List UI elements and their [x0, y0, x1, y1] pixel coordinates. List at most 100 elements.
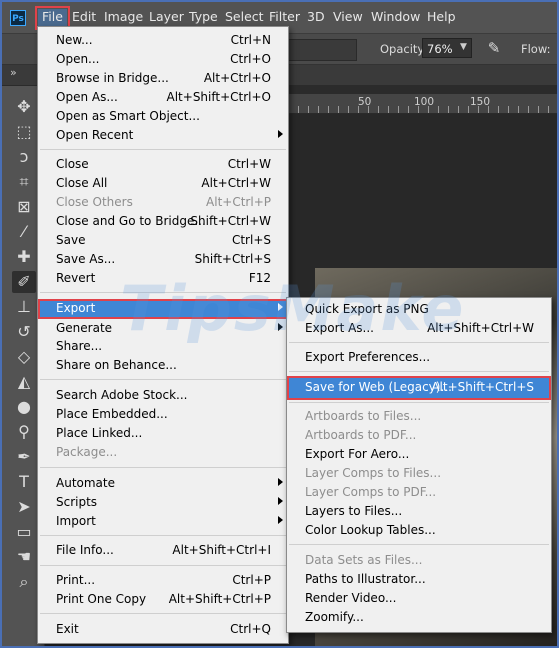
- menu-type[interactable]: Type: [189, 9, 218, 27]
- eraser-icon[interactable]: ◇: [12, 346, 36, 368]
- menu-edit[interactable]: Edit: [72, 9, 96, 27]
- submenu-arrow-icon: [278, 478, 283, 486]
- menu-separator: [40, 535, 286, 536]
- paint-bucket-icon[interactable]: ◭: [12, 371, 36, 393]
- menu-file[interactable]: File: [35, 6, 70, 30]
- menu-separator: [289, 371, 549, 372]
- menu-separator: [289, 402, 549, 403]
- export-menu-item[interactable]: Zoomify...: [287, 608, 551, 627]
- ruler-label: 50: [358, 96, 372, 108]
- zoom-icon[interactable]: ⌕: [12, 571, 36, 593]
- file-menu-item[interactable]: File Info... Alt+Shift+Ctrl+I: [38, 541, 288, 560]
- file-menu-item[interactable]: Exit Ctrl+Q: [38, 620, 288, 639]
- file-menu-item[interactable]: Scripts: [38, 493, 288, 512]
- photoshop-logo: Ps: [10, 10, 26, 26]
- file-menu-item-export[interactable]: Export: [38, 299, 288, 319]
- export-menu-item: Artboards to Files...: [305, 409, 422, 423]
- submenu-arrow-icon: [278, 516, 283, 524]
- file-menu-item[interactable]: Place Linked...: [38, 424, 288, 443]
- chevron-down-icon[interactable]: ▼: [460, 42, 467, 52]
- menu-separator: [40, 292, 286, 293]
- crop-icon[interactable]: ⌗: [12, 171, 36, 193]
- submenu-arrow-icon: [278, 303, 283, 311]
- marquee-icon[interactable]: ⬚: [12, 121, 36, 143]
- pen-icon[interactable]: ✒: [12, 446, 36, 468]
- lasso-icon[interactable]: ↄ: [12, 146, 36, 168]
- menu-3d[interactable]: 3D: [307, 9, 325, 27]
- rectangle-icon[interactable]: ▭: [12, 521, 36, 543]
- menu-view[interactable]: View: [333, 9, 363, 27]
- file-menu-item[interactable]: Save As... Shift+Ctrl+S: [38, 250, 288, 269]
- export-menu-item: Layer Comps to PDF...: [305, 485, 437, 499]
- export-menu-item-save-for-web[interactable]: Save for Web (Legacy)... Alt+Shift+Ctrl+S: [287, 376, 551, 400]
- file-menu-item[interactable]: Save Ctrl+S: [38, 231, 288, 250]
- dodge-icon[interactable]: ⚲: [12, 421, 36, 443]
- file-menu-item[interactable]: Search Adobe Stock...: [38, 386, 288, 405]
- file-menu-item[interactable]: Close Ctrl+W: [38, 155, 288, 174]
- file-menu-item: Close Others Alt+Ctrl+P: [56, 195, 271, 209]
- collapse-panel-icon[interactable]: »: [10, 66, 17, 79]
- export-menu-item[interactable]: Color Lookup Tables...: [287, 521, 551, 540]
- export-menu-item[interactable]: Layers to Files...: [287, 502, 551, 521]
- export-menu-item[interactable]: Render Video...: [287, 589, 551, 608]
- export-menu-item[interactable]: Paths to Illustrator...: [287, 570, 551, 589]
- file-menu-item[interactable]: Open as Smart Object...: [38, 107, 288, 126]
- menu-separator: [40, 379, 286, 380]
- export-menu-item: Data Sets as Files...: [305, 553, 423, 567]
- file-menu-item[interactable]: Browse in Bridge... Alt+Ctrl+O: [38, 69, 288, 88]
- stamp-icon[interactable]: ⊥: [12, 296, 36, 318]
- airbrush-icon[interactable]: ✎: [484, 38, 504, 58]
- export-menu-item: Artboards to PDF...: [305, 428, 417, 442]
- file-menu-item[interactable]: Open As... Alt+Shift+Ctrl+O: [38, 88, 288, 107]
- eyedropper-icon[interactable]: ⁄: [12, 221, 36, 243]
- file-menu-item[interactable]: Place Embedded...: [38, 405, 288, 424]
- history-brush-icon[interactable]: ↺: [12, 321, 36, 343]
- menu-help[interactable]: Help: [427, 9, 456, 27]
- export-menu-item[interactable]: Export For Aero...: [287, 445, 551, 464]
- file-menu: New... Ctrl+N Open... Ctrl+O Browse in Bri…: [37, 26, 289, 644]
- file-menu-item[interactable]: Share on Behance...: [38, 356, 288, 375]
- export-menu-item[interactable]: Export Preferences...: [287, 348, 551, 367]
- file-menu-item[interactable]: Open... Ctrl+O: [38, 50, 288, 69]
- frame-icon[interactable]: ⊠: [12, 196, 36, 218]
- menu-separator: [40, 149, 286, 150]
- path-select-icon[interactable]: ➤: [12, 496, 36, 518]
- file-menu-item[interactable]: Share...: [38, 337, 288, 356]
- export-submenu: Quick Export as PNG Export As... Alt+Shif…: [286, 297, 552, 633]
- export-menu-item[interactable]: Quick Export as PNG: [287, 300, 551, 319]
- submenu-arrow-icon: [278, 323, 283, 331]
- blur-icon[interactable]: ●: [12, 396, 36, 418]
- file-menu-item[interactable]: New... Ctrl+N: [38, 31, 288, 50]
- file-menu-item[interactable]: Automate: [38, 474, 288, 493]
- type-icon[interactable]: T: [12, 471, 36, 493]
- ruler-label: 150: [470, 96, 491, 108]
- file-menu-item[interactable]: Revert F12: [38, 269, 288, 288]
- ruler-label: 100: [414, 96, 435, 108]
- menu-filter[interactable]: Filter: [269, 9, 300, 27]
- export-menu-item: Layer Comps to Files...: [305, 466, 442, 480]
- menu-select[interactable]: Select: [225, 9, 264, 27]
- file-menu-item[interactable]: Generate: [38, 319, 288, 338]
- file-menu-item[interactable]: Close and Go to Bridge... Shift+Ctrl+W: [38, 212, 288, 231]
- flow-label: Flow:: [521, 42, 551, 56]
- menu-window[interactable]: Window: [371, 9, 420, 27]
- menu-layer[interactable]: Layer: [149, 9, 184, 27]
- file-menu-item[interactable]: Close All Alt+Ctrl+W: [38, 174, 288, 193]
- menu-separator: [289, 342, 549, 343]
- file-menu-item: Package...: [56, 445, 118, 459]
- file-menu-item[interactable]: Print One Copy Alt+Shift+Ctrl+P: [38, 590, 288, 609]
- brush-icon[interactable]: ✐: [12, 271, 36, 293]
- submenu-arrow-icon: [278, 497, 283, 505]
- file-menu-item[interactable]: Open Recent: [38, 126, 288, 145]
- opacity-label: Opacity:: [380, 42, 428, 56]
- healing-icon[interactable]: ✚: [12, 246, 36, 268]
- export-menu-item[interactable]: Export As... Alt+Shift+Ctrl+W: [287, 319, 551, 338]
- menu-separator: [40, 467, 286, 468]
- menu-separator: [289, 544, 549, 545]
- menu-image[interactable]: Image: [104, 9, 143, 27]
- file-menu-item[interactable]: Import: [38, 512, 288, 531]
- hand-icon[interactable]: ☚: [12, 546, 36, 568]
- move-icon[interactable]: ✥: [12, 96, 36, 118]
- menu-separator: [40, 565, 286, 566]
- file-menu-item[interactable]: Print... Ctrl+P: [38, 571, 288, 590]
